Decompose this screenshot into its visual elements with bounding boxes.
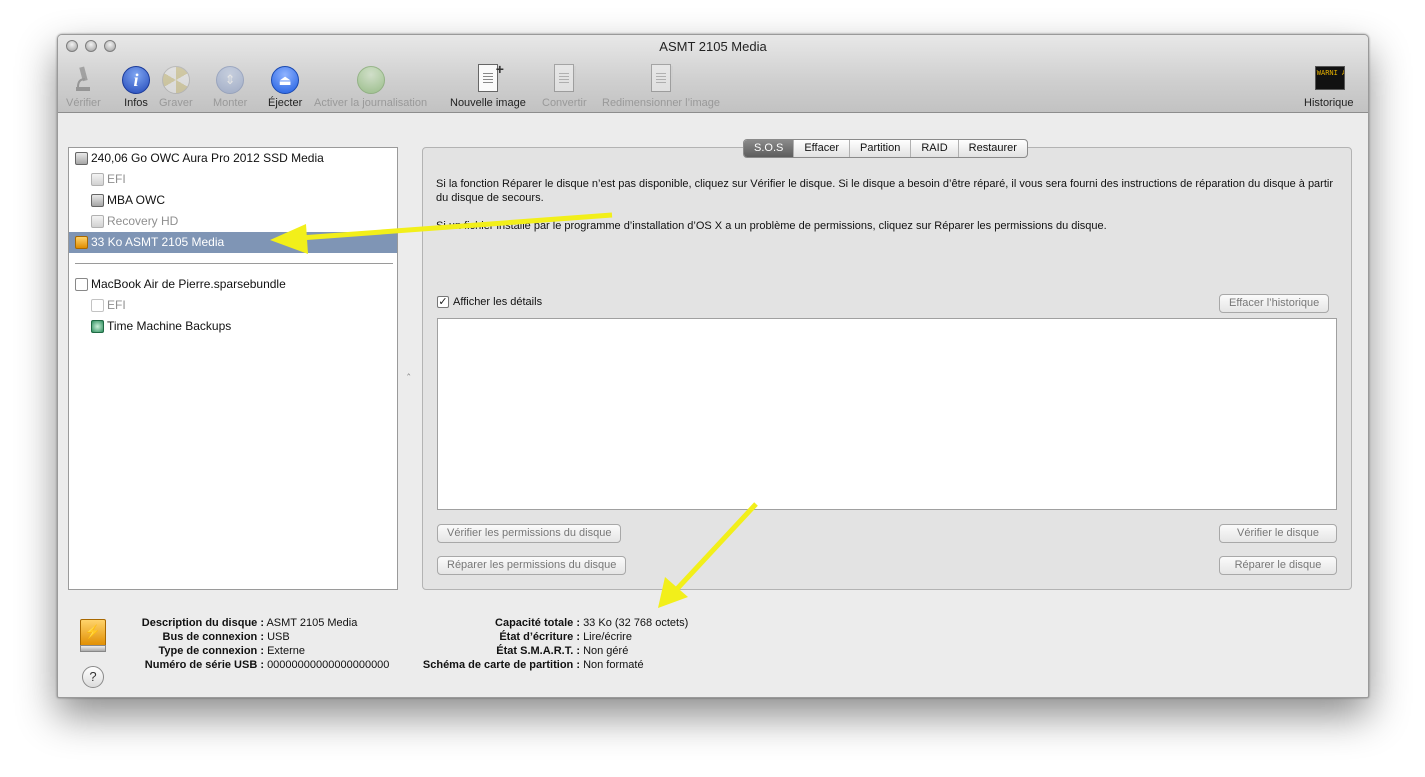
verify-permissions-button[interactable]: Vérifier les permissions du disque: [437, 524, 622, 543]
usb-disk-icon: [75, 236, 88, 249]
sidebar-item-label: Time Machine Backups: [107, 319, 232, 333]
disk-info-panel: ⚡ ? Description du disque : ASMT 2105 Me…: [58, 603, 1368, 697]
time-machine-icon: [91, 320, 104, 333]
verify-disk-button[interactable]: Vérifier le disque: [1219, 524, 1337, 543]
internal-disk-icon: [75, 152, 88, 165]
log-label: Historique: [1304, 97, 1354, 109]
tab-erase[interactable]: Effacer: [794, 140, 850, 157]
verify-label: Vérifier: [66, 97, 101, 109]
eject-icon: ⏏: [269, 63, 301, 95]
toolbar: ASMT 2105 Media Vérifier i Infos Graver …: [58, 35, 1368, 113]
sidebar-divider: [75, 263, 393, 265]
eject-label: Éjecter: [268, 97, 303, 109]
convert-label: Convertir: [542, 97, 587, 109]
info-row: Type de connexion : Externe: [158, 645, 305, 657]
burn-disc-icon: [160, 63, 192, 95]
info-row: Schéma de carte de partition : Non forma…: [422, 659, 644, 671]
journal-label: Activer la journalisation: [314, 97, 428, 109]
info-row: État S.M.A.R.T. : Non géré: [496, 645, 629, 657]
disk-utility-window: ASMT 2105 Media Vérifier i Infos Graver …: [57, 34, 1369, 698]
sidebar-item-time-machine[interactable]: Time Machine Backups: [69, 316, 397, 337]
tab-sos[interactable]: S.O.S: [744, 140, 795, 157]
resize-image-icon: [645, 63, 677, 95]
splitter-handle[interactable]: ‸: [407, 365, 410, 376]
sidebar-item-mba-owc[interactable]: MBA OWC: [69, 190, 397, 211]
mount-toolbar-button[interactable]: ⇕ Monter: [213, 63, 247, 109]
window-title: ASMT 2105 Media: [659, 39, 767, 54]
sidebar-item-owc-ssd[interactable]: 240,06 Go OWC Aura Pro 2012 SSD Media: [69, 148, 397, 169]
sidebar-item-label: Recovery HD: [107, 214, 179, 228]
sidebar-item-recovery-hd[interactable]: Recovery HD: [69, 211, 397, 232]
sidebar-item-label: MBA OWC: [107, 193, 166, 207]
tab-restore[interactable]: Restaurer: [959, 140, 1027, 157]
convert-toolbar-button[interactable]: Convertir: [542, 63, 587, 109]
disk-image-icon: [75, 278, 88, 291]
burn-toolbar-button[interactable]: Graver: [159, 63, 193, 109]
repair-disk-button[interactable]: Réparer le disque: [1219, 556, 1337, 575]
disk-list: 240,06 Go OWC Aura Pro 2012 SSD Media EF…: [68, 147, 398, 590]
eject-toolbar-button[interactable]: ⏏ Éjecter: [268, 63, 302, 109]
show-details-label: Afficher les détails: [453, 296, 543, 308]
volume-icon: [91, 299, 104, 312]
checkmark-icon: ✓: [437, 296, 449, 308]
console-log-icon: WARNI AY 7:36: [1313, 63, 1345, 95]
info-row: Bus de connexion : USB: [162, 631, 290, 643]
verify-toolbar-button[interactable]: Vérifier: [66, 63, 101, 109]
sidebar-item-asmt-media[interactable]: 33 Ko ASMT 2105 Media: [69, 232, 397, 253]
sos-panel: S.O.S Effacer Partition RAID Restaurer S…: [422, 139, 1352, 590]
tab-bar: S.O.S Effacer Partition RAID Restaurer: [743, 139, 1028, 158]
resize-label: Redimensionner l’image: [602, 97, 721, 109]
journal-toolbar-button[interactable]: Activer la journalisation: [314, 63, 427, 109]
journal-icon: [355, 63, 387, 95]
tab-raid[interactable]: RAID: [911, 140, 959, 157]
info-row: État d’écriture : Lire/écrire: [499, 631, 632, 643]
repair-help-text: Si la fonction Réparer le disque n’est p…: [436, 178, 1334, 204]
info-label: Infos: [124, 97, 148, 109]
info-icon: i: [120, 63, 152, 95]
new-image-label: Nouvelle image: [450, 97, 526, 109]
new-image-icon: +: [472, 61, 504, 95]
microscope-icon: [67, 63, 99, 95]
mount-icon: ⇕: [214, 63, 246, 95]
show-details-checkbox[interactable]: ✓ Afficher les détails: [437, 296, 542, 308]
tab-partition[interactable]: Partition: [850, 140, 912, 157]
mount-label: Monter: [213, 97, 248, 109]
convert-icon: [548, 63, 580, 95]
details-log-area[interactable]: [437, 318, 1337, 510]
info-toolbar-button[interactable]: i Infos: [120, 63, 152, 109]
sidebar-item-label: 33 Ko ASMT 2105 Media: [91, 235, 225, 249]
repair-permissions-button[interactable]: Réparer les permissions du disque: [437, 556, 627, 575]
sidebar-item-label: EFI: [107, 172, 126, 186]
volume-icon: [91, 194, 104, 207]
clear-history-button[interactable]: Effacer l’historique: [1219, 294, 1330, 313]
sidebar-item-efi-2[interactable]: EFI: [69, 295, 397, 316]
log-toolbar-button[interactable]: WARNI AY 7:36 Historique: [1304, 63, 1354, 109]
help-button[interactable]: ?: [82, 666, 104, 688]
info-row: Capacité totale : 33 Ko (32 768 octets): [495, 617, 689, 629]
sidebar-item-label: MacBook Air de Pierre.sparsebundle: [91, 277, 286, 291]
new-image-toolbar-button[interactable]: + Nouvelle image: [450, 61, 526, 109]
volume-icon: [91, 215, 104, 228]
burn-label: Graver: [159, 97, 193, 109]
usb-drive-icon: ⚡: [80, 619, 106, 652]
sidebar-item-efi[interactable]: EFI: [69, 169, 397, 190]
info-row: Description du disque : ASMT 2105 Media: [141, 617, 358, 629]
resize-toolbar-button[interactable]: Redimensionner l’image: [602, 63, 720, 109]
info-row: Numéro de série USB : 000000000000000000…: [144, 659, 390, 671]
sidebar-item-label: 240,06 Go OWC Aura Pro 2012 SSD Media: [91, 151, 324, 165]
permissions-help-text: Si un fichier installé par le programme …: [436, 220, 1107, 232]
sidebar-item-label: EFI: [107, 298, 126, 312]
volume-icon: [91, 173, 104, 186]
sidebar-item-sparsebundle[interactable]: MacBook Air de Pierre.sparsebundle: [69, 274, 397, 295]
